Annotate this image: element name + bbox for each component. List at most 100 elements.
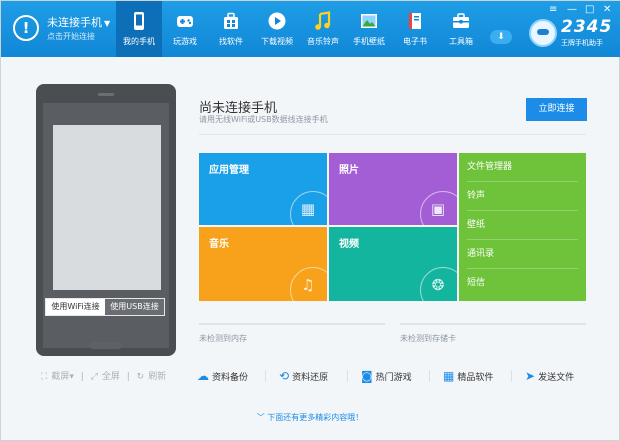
gamepad-icon <box>177 16 193 27</box>
tile-app-management[interactable]: 应用管理 ▦ <box>199 153 327 225</box>
book-icon <box>409 13 421 29</box>
nav-label: 下载视频 <box>261 37 293 46</box>
toolbox-icon <box>453 13 469 28</box>
warning-icon: ! <box>13 15 39 41</box>
music-icon: ♫ <box>301 276 315 294</box>
nav-find-apps[interactable]: 找软件 <box>208 1 254 57</box>
phone-icon <box>134 12 144 30</box>
picture-icon <box>361 14 377 28</box>
grid-icon: ▦ <box>300 200 316 218</box>
bottom-actions: ☁ 资料备份 ⟲ 资料还原 ◙ 热门游戏 ▦ 精品软件 ➤ 发送文件 <box>197 367 587 385</box>
mascot-icon <box>529 19 557 47</box>
brand-tagline: 王牌手机助手 <box>561 39 603 47</box>
restore-button[interactable]: ⟲ 资料还原 <box>279 367 328 385</box>
tile-label: 视频 <box>339 239 359 250</box>
nav-wallpaper[interactable]: 手机壁纸 <box>346 1 392 57</box>
separator <box>347 370 348 382</box>
close-button[interactable]: ✕ <box>603 4 611 15</box>
film-reel-icon: ❂ <box>431 276 445 294</box>
brand-number: 2345 <box>561 17 613 37</box>
nav-label: 找软件 <box>219 37 243 46</box>
separator <box>511 370 512 382</box>
usb-connect-button[interactable]: 使用USB连接 <box>105 299 164 315</box>
cloud-icon: ☁ <box>197 369 209 383</box>
menu-icon[interactable]: ≡ <box>549 4 557 15</box>
maximize-button[interactable]: □ <box>585 4 594 15</box>
status-subtitle: 点击开始连接 <box>47 32 95 41</box>
separator <box>265 370 266 382</box>
caret-down-icon: ▼ <box>104 19 111 28</box>
phone-speaker <box>98 93 114 96</box>
divider <box>199 134 586 135</box>
tile-video[interactable]: 视频 ❂ <box>329 227 457 301</box>
phone-screen-display <box>53 125 161 290</box>
nav-ebook[interactable]: 电子书 <box>392 1 438 57</box>
refresh-icon: ↻ <box>136 372 145 382</box>
sdcard-storage: 未检测到存储卡 <box>400 323 586 347</box>
send-file-button[interactable]: ➤ 发送文件 <box>525 367 574 385</box>
minimize-button[interactable]: — <box>567 4 577 15</box>
screenshot-button[interactable]: 截屏▾ <box>51 372 74 382</box>
memory-storage: 未检测到内存 <box>199 323 385 347</box>
premium-apps-button[interactable]: ▦ 精品软件 <box>443 367 493 385</box>
photo-icon: ▣ <box>430 200 446 218</box>
tile-label: 应用管理 <box>209 165 249 176</box>
gamepad-icon: ◙ <box>361 369 373 383</box>
nav-play-games[interactable]: 玩游戏 <box>162 1 208 57</box>
backup-button[interactable]: ☁ 资料备份 <box>197 367 248 385</box>
more-content-link[interactable]: ﹀ 下面还有更多精彩内容哦！ <box>1 412 619 423</box>
tile-photos[interactable]: 照片 ▣ <box>329 153 457 225</box>
separator <box>429 370 430 382</box>
hot-games-button[interactable]: ◙ 热门游戏 <box>361 367 412 385</box>
list-item-file-manager[interactable]: 文件管理器 <box>467 153 578 182</box>
nav-label: 手机壁纸 <box>353 37 385 46</box>
nav-label: 音乐铃声 <box>307 37 339 46</box>
sdcard-bar <box>400 323 586 325</box>
separator: | <box>80 372 84 382</box>
phone-actions: ⛶ 截屏▾ | ⤢ 全屏 | ↻ 刷新 <box>41 369 170 382</box>
nav-music-ringtone[interactable]: 音乐铃声 <box>300 1 346 57</box>
main-nav: 我的手机 玩游戏 找软件 下载视频 音乐铃声 手机壁纸 电子书 工具箱 <box>116 1 484 57</box>
restore-clock-icon: ⟲ <box>279 369 290 383</box>
wifi-connect-button[interactable]: 使用WiFi连接 <box>46 299 105 315</box>
connection-status[interactable]: ! 未连接手机 ▼ 点击开始连接 <box>9 11 114 47</box>
nav-toolbox[interactable]: 工具箱 <box>438 1 484 57</box>
screenshot-icon: ⛶ <box>41 372 48 382</box>
memory-status: 未检测到内存 <box>199 334 247 343</box>
refresh-button[interactable]: 刷新 <box>148 372 166 382</box>
connect-now-button[interactable]: 立即连接 <box>526 98 587 121</box>
music-note-icon <box>315 11 331 30</box>
download-manager-button[interactable]: ⬇ <box>490 30 512 44</box>
page-subtitle: 请用无线WiFi或USB数据线连接手机 <box>199 115 328 124</box>
list-item-contacts[interactable]: 通讯录 <box>467 240 578 269</box>
connection-mode-toggle: 使用WiFi连接 使用USB连接 <box>45 298 165 316</box>
nav-label: 玩游戏 <box>173 37 197 46</box>
fullscreen-icon: ⤢ <box>90 372 98 382</box>
separator: | <box>126 372 130 382</box>
tile-label: 音乐 <box>209 239 229 250</box>
list-item-sms[interactable]: 短信 <box>467 269 578 298</box>
send-plane-icon: ➤ <box>525 369 536 383</box>
nav-download-video[interactable]: 下载视频 <box>254 1 300 57</box>
apps-bag-icon <box>224 12 238 29</box>
list-item-ringtones[interactable]: 铃声 <box>467 182 578 211</box>
status-title[interactable]: 未连接手机 ▼ <box>47 14 110 30</box>
nav-label: 电子书 <box>403 37 427 46</box>
fullscreen-button[interactable]: 全屏 <box>102 372 120 382</box>
nav-my-phone[interactable]: 我的手机 <box>116 1 162 57</box>
apps-grid-icon: ▦ <box>443 369 455 383</box>
chevron-down-icon: ﹀ <box>256 413 268 422</box>
quick-list-panel: 文件管理器 铃声 壁纸 通讯录 短信 <box>459 153 586 301</box>
app-window: ! 未连接手机 ▼ 点击开始连接 我的手机 玩游戏 找软件 下载视频 音乐铃声 … <box>0 0 620 441</box>
play-icon <box>268 12 286 30</box>
top-header: ! 未连接手机 ▼ 点击开始连接 我的手机 玩游戏 找软件 下载视频 音乐铃声 … <box>1 1 620 57</box>
sdcard-status: 未检测到存储卡 <box>400 334 456 343</box>
tile-music[interactable]: 音乐 ♫ <box>199 227 327 301</box>
list-item-wallpapers[interactable]: 壁纸 <box>467 211 578 240</box>
nav-label: 我的手机 <box>123 37 155 46</box>
phone-home-button <box>90 342 122 349</box>
tile-label: 照片 <box>339 165 359 176</box>
download-icon: ⬇ <box>497 32 505 42</box>
memory-bar <box>199 323 385 325</box>
nav-label: 工具箱 <box>449 37 473 46</box>
